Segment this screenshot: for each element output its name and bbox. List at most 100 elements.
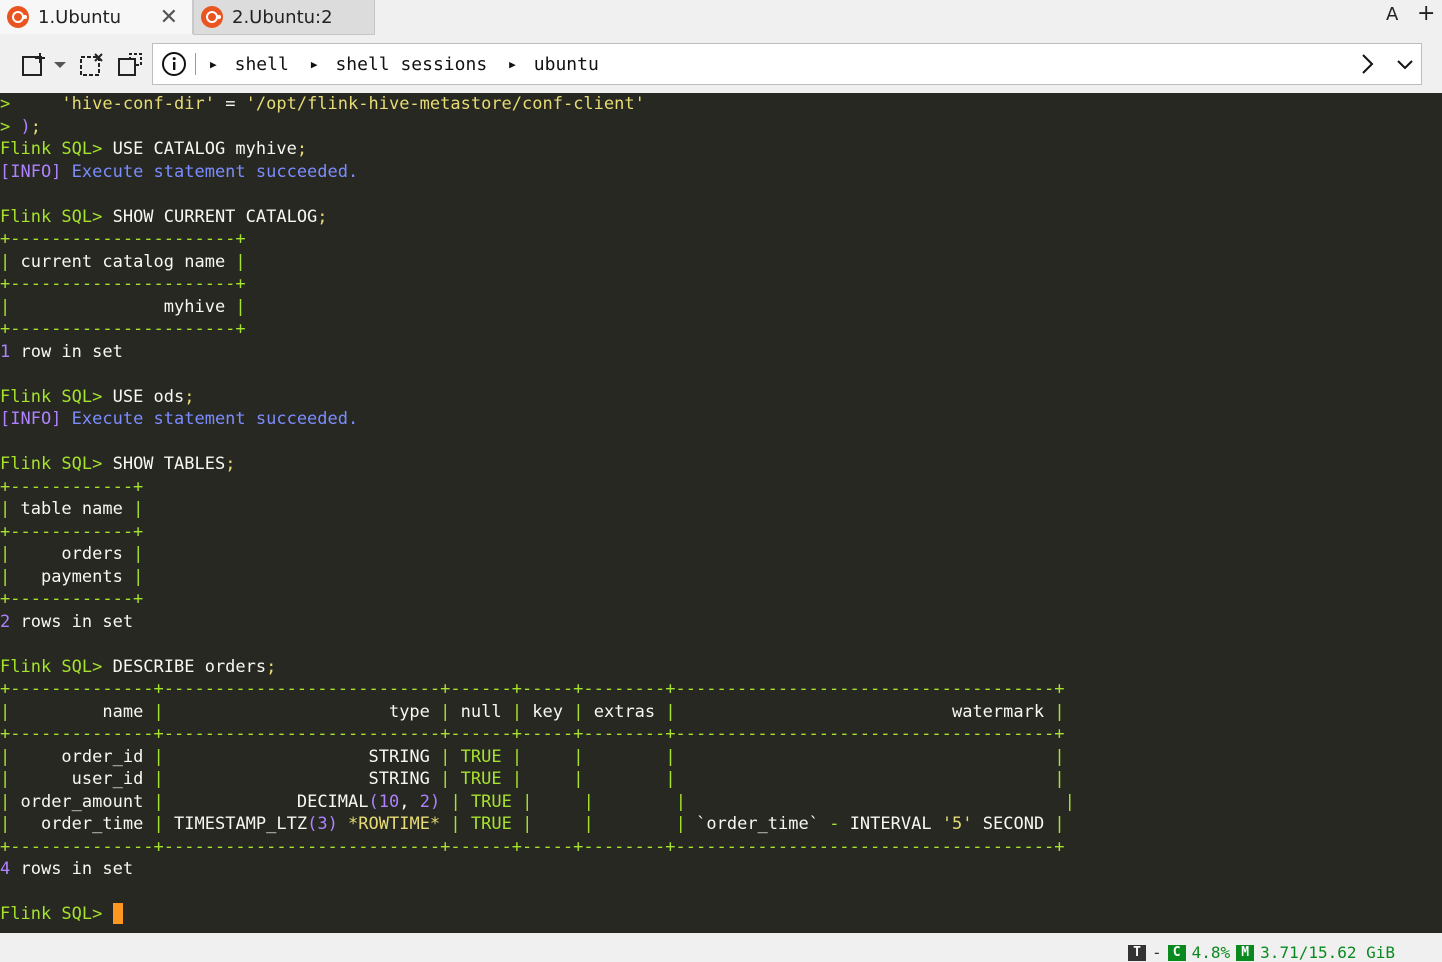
terminal-text: ; — [184, 386, 195, 407]
terminal-text: order_id — [10, 746, 154, 767]
terminal-text: SECOND — [972, 814, 1055, 834]
terminal-line: [INFO] Execute statement succeeded. — [0, 161, 1442, 184]
close-icon[interactable]: ✕ — [160, 5, 178, 30]
terminal-text: 4 — [0, 859, 11, 879]
terminal-line: | orders | — [0, 543, 1442, 566]
terminal-text: [INFO] — [0, 161, 72, 182]
new-tab-button[interactable]: + — [1417, 1, 1435, 26]
terminal-text: | — [1054, 746, 1065, 767]
terminal-text: | — [522, 791, 533, 812]
memory-badge: M — [1236, 944, 1255, 961]
terminal-text: order_amount — [10, 791, 154, 812]
terminal-text: | — [153, 769, 164, 789]
terminal-line: [INFO] Execute statement succeeded. — [0, 408, 1442, 431]
terminal-line: +----------------------+ — [0, 228, 1442, 251]
detach-icon[interactable] — [116, 51, 144, 79]
terminal-text: ( — [368, 791, 379, 812]
terminal-line: +------------+ — [0, 476, 1442, 499]
tab-ubuntu-1[interactable]: 1.Ubuntu ✕ — [0, 0, 193, 34]
terminal-line: Flink SQL> SHOW TABLES; — [0, 453, 1442, 476]
terminal-output[interactable]: > 'hive-conf-dir' = '/opt/flink-hive-met… — [0, 93, 1442, 933]
terminal-text: Execute statement succeeded. — [71, 409, 359, 429]
terminal-text: ) — [429, 791, 451, 812]
terminal-text: order_time — [10, 814, 154, 834]
terminal-text: | — [450, 814, 461, 834]
terminal-text: | — [153, 814, 164, 834]
terminal-text: row in set — [10, 341, 123, 362]
terminal-text: | — [225, 296, 246, 317]
terminal-line: +----------------------+ — [0, 273, 1442, 296]
terminal-text: | — [0, 251, 21, 272]
terminal-text: | — [0, 769, 11, 789]
tmux-badge: T — [1128, 944, 1146, 961]
address-bar[interactable]: ▶ shell ▶ shell sessions ▶ ubuntu — [152, 43, 1422, 85]
breadcrumb-label: shell — [234, 53, 289, 75]
terminal-text: ) — [20, 116, 31, 137]
new-session-icon[interactable] — [20, 51, 48, 79]
terminal-text: 10 — [378, 791, 400, 812]
terminal-text: | — [0, 499, 21, 519]
terminal-text: ; — [225, 454, 236, 474]
terminal-text: | — [153, 791, 164, 812]
terminal-text: user_id — [10, 769, 154, 789]
terminal-text: | — [1054, 814, 1065, 834]
tab-label: 1.Ubuntu — [38, 6, 122, 28]
terminal-text: | — [440, 746, 451, 767]
terminal-text: +------------+ — [0, 521, 144, 542]
terminal-line: Flink SQL> — [0, 903, 1442, 926]
terminal-text: +------------+ — [0, 589, 144, 609]
terminal-line: Flink SQL> USE CATALOG myhive; — [0, 138, 1442, 161]
chevron-down-icon[interactable] — [1393, 52, 1417, 76]
triangle-right-icon: ▶ — [509, 57, 516, 71]
terminal-text: Flink SQL> — [0, 206, 113, 227]
breadcrumb-ubuntu[interactable]: ▶ ubuntu — [509, 54, 599, 75]
terminal-line: +--------------+------------------------… — [0, 723, 1442, 746]
terminal-text: | — [153, 701, 164, 722]
terminal-text: ; — [30, 116, 41, 137]
terminal-text: DECIMAL — [163, 791, 369, 812]
toolbar: ▶ shell ▶ shell sessions ▶ ubuntu — [0, 43, 1442, 88]
cpu-usage: 4.8% — [1191, 943, 1231, 962]
terminal-text: | — [675, 791, 686, 812]
split-close-icon[interactable] — [78, 51, 106, 79]
terminal-text: | — [573, 701, 584, 722]
tab-bar: 1.Ubuntu ✕ 2.Ubuntu:2 A + — [0, 0, 1442, 43]
chevron-right-icon[interactable] — [1355, 52, 1379, 76]
breadcrumb-label: ubuntu — [533, 53, 599, 75]
breadcrumb-shell-sessions[interactable]: ▶ shell sessions — [311, 54, 487, 75]
terminal-text: 1 — [0, 341, 11, 362]
breadcrumb-label: shell sessions — [335, 53, 488, 75]
terminal-line: | name | type | null | key | extras | wa… — [0, 701, 1442, 724]
terminal-text: +--------------+------------------------… — [0, 724, 1065, 744]
tab-ubuntu-2[interactable]: 2.Ubuntu:2 — [193, 0, 375, 35]
terminal-text: | — [0, 566, 11, 587]
terminal-text: Flink SQL> — [0, 904, 113, 924]
chevron-down-icon[interactable] — [52, 51, 68, 79]
terminal-text: ; — [266, 656, 277, 677]
terminal-line: | current catalog name | — [0, 251, 1442, 274]
font-button[interactable]: A — [1386, 4, 1398, 25]
breadcrumb-shell[interactable]: ▶ shell — [210, 54, 289, 75]
terminal-line: | order_id | STRING | TRUE | | | | — [0, 746, 1442, 769]
terminal-text: - — [829, 814, 840, 834]
terminal-line: | order_time | TIMESTAMP_LTZ(3) *ROWTIME… — [0, 813, 1442, 836]
terminal-text: | — [122, 566, 144, 587]
info-icon[interactable] — [161, 51, 187, 77]
terminal-text: | — [450, 791, 461, 812]
terminal-line: +------------+ — [0, 521, 1442, 544]
terminal-text: +------------+ — [0, 476, 144, 497]
terminal-line: 2 rows in set — [0, 611, 1442, 634]
terminal-text: SHOW TABLES — [112, 454, 226, 474]
terminal-line: 1 row in set — [0, 341, 1442, 364]
terminal-text: INTERVAL — [839, 814, 942, 834]
terminal-text: | — [0, 746, 11, 767]
